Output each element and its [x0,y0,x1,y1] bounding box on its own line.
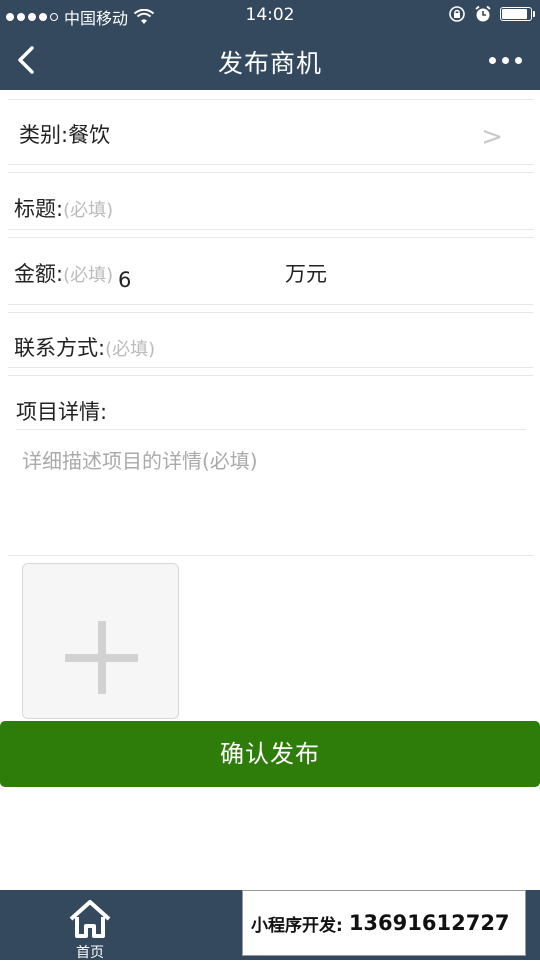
tab-home-label: 首页 [76,945,104,961]
contact-input[interactable]: (必填) [105,339,155,360]
title-input[interactable]: (必填) [63,200,113,221]
details-textarea[interactable]: 详细描述项目的详情(必填) [22,445,258,474]
status-right [448,5,535,23]
home-icon [69,900,111,938]
category-row[interactable]: 类别:餐饮 > [8,99,533,165]
battery-icon [500,7,535,21]
alarm-icon [475,5,491,22]
promo-phone: 13691612727 [348,911,510,935]
rotation-lock-icon [449,6,465,22]
title-label: 标题: [14,197,64,221]
contact-label: 联系方式: [14,336,106,360]
title-row: 标题:(必填) [8,172,533,230]
promo-banner: 小程序开发: 13691612727 [242,890,526,956]
more-options-icon[interactable] [489,57,522,64]
page-title: 发布商机 [217,49,322,78]
details-label: 项目详情: [16,400,108,424]
chevron-right-icon: > [481,122,503,152]
amount-row: 金额:(必填) 6 万元 [8,237,533,305]
amount-input[interactable]: 6 [118,268,131,292]
image-upload-button[interactable] [22,563,179,719]
contact-row: 联系方式:(必填) [8,312,533,368]
promo-prefix: 小程序开发: [251,915,343,936]
navigation-bar: 发布商机 [0,30,540,90]
confirm-publish-button[interactable]: 确认发布 [0,721,540,787]
details-divider [16,429,526,430]
details-section: 项目详情: 详细描述项目的详情(必填) [8,375,533,556]
tab-home[interactable]: 首页 [60,894,120,961]
amount-label: 金额: [14,262,64,286]
status-bar: 中国移动 14:02 [0,0,540,30]
amount-unit: 万元 [285,262,327,286]
category-label: 类别: [19,123,69,147]
amount-placeholder: (必填) [63,265,114,286]
category-value: 餐饮 [68,123,111,147]
